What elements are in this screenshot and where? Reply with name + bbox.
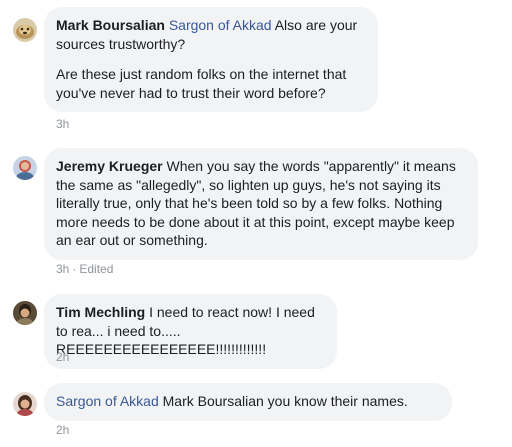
comment-bubble: Sargon of Akkad Mark Boursalian you know… (44, 383, 452, 421)
comment-meta: 3h · Edited (56, 262, 113, 276)
mention-link[interactable]: Sargon of Akkad (169, 17, 272, 33)
timestamp-link[interactable]: 3h (56, 117, 69, 131)
comment-bubble: Jeremy Krueger When you say the words "a… (44, 148, 478, 260)
comment-author-link[interactable]: Tim Mechling (56, 304, 145, 320)
comment-body: Mark Boursalian you know their names. (158, 393, 408, 409)
avatar[interactable] (13, 18, 37, 42)
timestamp-link[interactable]: 3h (56, 262, 69, 276)
comment-author-link[interactable]: Mark Boursalian (56, 17, 165, 33)
comment-text: Tim Mechling I need to react now! I need… (56, 303, 325, 359)
edited-label[interactable]: Edited (79, 262, 113, 276)
comment-meta: 3h (56, 117, 69, 131)
author-link[interactable]: Sargon of Akkad (56, 393, 159, 409)
separator-dot: · (72, 262, 77, 276)
timestamp-link[interactable]: 2h (56, 423, 69, 437)
avatar[interactable] (13, 156, 37, 180)
comment-bubble: Mark Boursalian Sargon of Akkad Also are… (44, 7, 378, 112)
comment-meta: 2h (56, 423, 69, 437)
comment-bubble: Tim Mechling I need to react now! I need… (44, 294, 337, 369)
comment-paragraph: Are these just random folks on the inter… (56, 66, 347, 101)
comment-author-link[interactable]: Jeremy Krueger (56, 158, 163, 174)
avatar[interactable] (13, 301, 37, 325)
profile-photo-icon (13, 18, 37, 42)
profile-photo-icon (13, 301, 37, 325)
profile-photo-icon (13, 392, 37, 416)
comment-text: Mark Boursalian Sargon of Akkad Also are… (56, 16, 366, 53)
profile-photo-icon (13, 156, 37, 180)
comment-text: Jeremy Krueger When you say the words "a… (56, 157, 466, 250)
comment-meta: 2h (56, 350, 69, 364)
comment-text: Sargon of Akkad Mark Boursalian you know… (56, 392, 440, 411)
timestamp-link[interactable]: 2h (56, 350, 69, 364)
avatar[interactable] (13, 392, 37, 416)
